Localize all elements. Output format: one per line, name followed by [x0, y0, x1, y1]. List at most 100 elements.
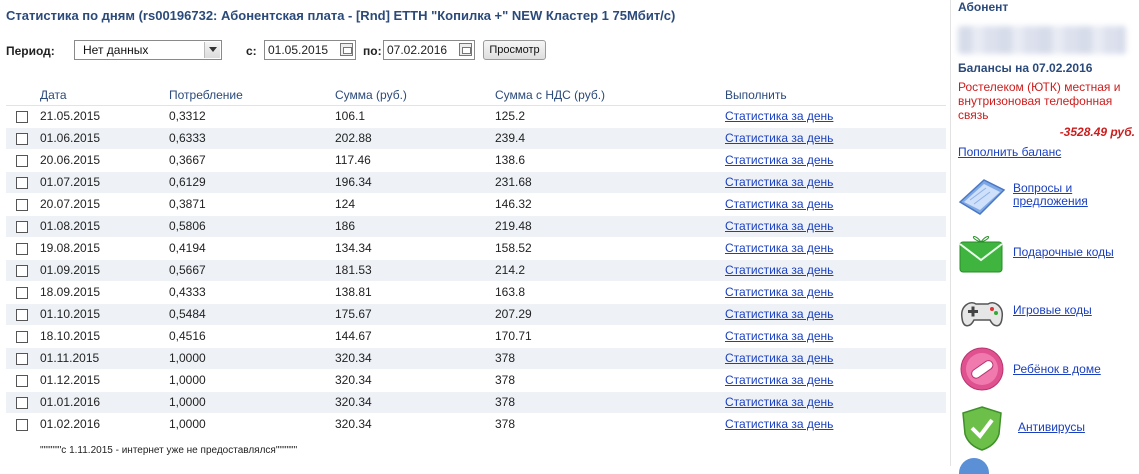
row-checkbox[interactable]: [16, 242, 28, 255]
subscriber-info-redacted: [958, 26, 1126, 54]
cell-date: 01.07.2015: [40, 171, 169, 194]
next-menu-icon-partial: [959, 458, 989, 474]
shield-icon: [962, 406, 1002, 451]
menu-item-gift-codes[interactable]: Подарочные коды: [956, 230, 1136, 280]
cell-usage: 1,0000: [169, 391, 335, 414]
row-checkbox[interactable]: [16, 396, 28, 409]
cell-usage: 0,6129: [169, 171, 335, 194]
cell-usage: 1,0000: [169, 347, 335, 370]
daily-stats-link[interactable]: Статистика за день: [725, 373, 833, 387]
table-row: 19.08.2015 0,4194 134.34 158.52 Статистика з…: [6, 237, 946, 260]
chevron-down-icon[interactable]: [204, 42, 220, 58]
row-checkbox[interactable]: [16, 264, 28, 277]
header-usage[interactable]: Потребление: [169, 86, 335, 106]
daily-stats-link[interactable]: Статистика за день: [725, 395, 833, 409]
row-select-cell: [6, 369, 40, 392]
cell-sum: 144.67: [335, 325, 495, 348]
row-select-cell: [6, 347, 40, 370]
cell-usage: 0,3312: [169, 105, 335, 128]
stats-table: Дата Потребление Сумма (руб.) Сумма с НД…: [6, 86, 946, 436]
cell-usage: 0,3667: [169, 149, 335, 172]
daily-stats-link[interactable]: Статистика за день: [725, 263, 833, 277]
row-checkbox[interactable]: [16, 110, 28, 123]
cell-action: Статистика за день: [725, 369, 946, 392]
row-checkbox[interactable]: [16, 220, 28, 233]
period-select[interactable]: Нет данных: [74, 40, 222, 60]
menu-label-game-codes[interactable]: Игровые коды: [1013, 304, 1092, 317]
balance-description: Ростелеком (ЮТК) местная и внутризоновая…: [958, 80, 1121, 122]
main-content: Статистика по дням (rs00196732: Абонентс…: [0, 0, 948, 466]
cell-sum-vat: 170.71: [495, 325, 725, 348]
header-select: [6, 86, 40, 106]
cell-sum: 124: [335, 193, 495, 216]
header-action: Выполнить: [725, 86, 946, 106]
daily-stats-link[interactable]: Статистика за день: [725, 307, 833, 321]
header-date[interactable]: Дата: [40, 86, 169, 106]
daily-stats-link[interactable]: Статистика за день: [725, 153, 833, 167]
cell-date: 01.11.2015: [40, 347, 169, 370]
row-checkbox[interactable]: [16, 418, 28, 431]
calendar-icon[interactable]: [459, 43, 472, 56]
header-sum-vat[interactable]: Сумма с НДС (руб.): [495, 86, 725, 106]
daily-stats-link[interactable]: Статистика за день: [725, 285, 833, 299]
row-select-cell: [6, 413, 40, 436]
cell-action: Статистика за день: [725, 105, 946, 128]
footnote: """"""с 1.11.2015 - интернет уже не пред…: [40, 445, 298, 456]
cell-usage: 0,5806: [169, 215, 335, 238]
cell-sum: 106.1: [335, 105, 495, 128]
row-checkbox[interactable]: [16, 308, 28, 321]
row-checkbox[interactable]: [16, 176, 28, 189]
topup-link[interactable]: Пополнить баланс: [958, 145, 1061, 159]
header-sum[interactable]: Сумма (руб.): [335, 86, 495, 106]
cell-sum: 138.81: [335, 281, 495, 304]
calendar-icon[interactable]: [340, 43, 353, 56]
cell-sum: 202.88: [335, 127, 495, 150]
daily-stats-link[interactable]: Статистика за день: [725, 219, 833, 233]
row-checkbox[interactable]: [16, 154, 28, 167]
daily-stats-link[interactable]: Статистика за день: [725, 241, 833, 255]
daily-stats-link[interactable]: Статистика за день: [725, 329, 833, 343]
daily-stats-link[interactable]: Статистика за день: [725, 131, 833, 145]
row-checkbox[interactable]: [16, 198, 28, 211]
menu-label-antivirus[interactable]: Антивирусы: [1018, 421, 1085, 434]
daily-stats-link[interactable]: Статистика за день: [725, 197, 833, 211]
row-checkbox[interactable]: [16, 352, 28, 365]
cell-usage: 0,6333: [169, 127, 335, 150]
daily-stats-link[interactable]: Статистика за день: [725, 417, 833, 431]
cell-usage: 0,4333: [169, 281, 335, 304]
menu-item-game-codes[interactable]: Игровые коды: [956, 288, 1136, 338]
cell-sum-vat: 146.32: [495, 193, 725, 216]
table-row: 01.01.2016 1,0000 320.34 378 Статистика за д…: [6, 391, 946, 414]
daily-stats-link[interactable]: Статистика за день: [725, 109, 833, 123]
cell-date: 21.05.2015: [40, 105, 169, 128]
row-checkbox[interactable]: [16, 286, 28, 299]
cell-date: 19.08.2015: [40, 237, 169, 260]
cell-sum: 175.67: [335, 303, 495, 326]
view-button[interactable]: Просмотр: [483, 40, 546, 60]
menu-item-child[interactable]: Ребёнок в доме: [956, 345, 1136, 395]
table-body: 21.05.2015 0,3312 106.1 125.2 Статистика за …: [6, 105, 946, 436]
daily-stats-link[interactable]: Статистика за день: [725, 351, 833, 365]
from-date-value: 01.05.2015: [268, 43, 329, 57]
cell-usage: 0,5484: [169, 303, 335, 326]
cell-date: 01.12.2015: [40, 369, 169, 392]
row-checkbox[interactable]: [16, 132, 28, 145]
menu-label-gift-codes[interactable]: Подарочные коды: [1013, 246, 1114, 259]
cell-sum: 196.34: [335, 171, 495, 194]
row-checkbox[interactable]: [16, 330, 28, 343]
cell-sum-vat: 378: [495, 369, 725, 392]
menu-item-antivirus[interactable]: Антивирусы: [956, 404, 1136, 454]
cell-date: 01.06.2015: [40, 127, 169, 150]
daily-stats-link[interactable]: Статистика за день: [725, 175, 833, 189]
menu-label-questions[interactable]: Вопросы и предложения: [1013, 182, 1136, 208]
cell-action: Статистика за день: [725, 413, 946, 436]
table-row: 21.05.2015 0,3312 106.1 125.2 Статистика за …: [6, 105, 946, 128]
cell-action: Статистика за день: [725, 303, 946, 326]
row-checkbox[interactable]: [16, 374, 28, 387]
cell-sum-vat: 163.8: [495, 281, 725, 304]
from-date-input[interactable]: 01.05.2015: [264, 40, 356, 60]
from-label: с:: [246, 44, 257, 58]
to-date-input[interactable]: 07.02.2016: [383, 40, 475, 60]
menu-label-child[interactable]: Ребёнок в доме: [1013, 363, 1101, 376]
menu-item-questions[interactable]: Вопросы и предложения: [956, 172, 1136, 222]
